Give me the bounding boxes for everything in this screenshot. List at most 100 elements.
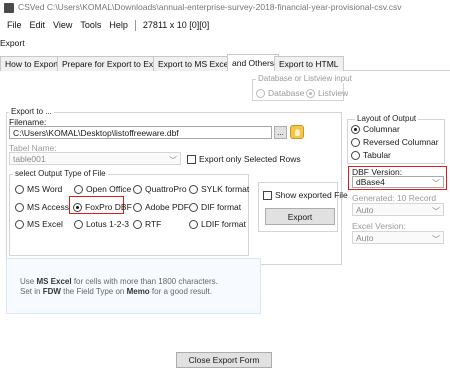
menu-view[interactable]: View [49,20,76,30]
columnar-label: Columnar [363,124,400,134]
ms-access-radio-circle[interactable] [15,202,24,212]
info-text: for a good result. [149,287,212,296]
dbf-version-value: dBase4 [356,177,385,187]
quattropro-radio[interactable]: QuattroPro [133,184,187,194]
ms-access-radio[interactable]: MS Access [15,202,69,212]
lightbulb-icon[interactable] [290,125,304,139]
chevron-down-icon: ﹀ [432,179,440,188]
chevron-down-icon: ﹀ [432,207,440,216]
listview-radio[interactable]: Listview [306,88,348,98]
info-text: Use [20,277,37,286]
adobe-pdf-radio[interactable]: Adobe PDF [133,202,189,212]
reversed-columnar-radio-circle[interactable] [351,137,360,147]
menu-file[interactable]: File [3,20,26,30]
section-label: Export [0,38,25,48]
foxpro-dbf-radio[interactable]: FoxPro DBF [73,202,132,212]
title-bar: CSVed C:\Users\KOMAL\Downloads\annual-en… [0,0,450,16]
quattropro-radio-circle[interactable] [133,184,142,194]
rtf-radio-circle[interactable] [133,219,142,229]
ldif-radio[interactable]: LDIF format [189,219,246,229]
chevron-down-icon: ﹀ [169,156,177,165]
foxpro-dbf-label: FoxPro DBF [85,202,132,212]
lotus-radio[interactable]: Lotus 1-2-3 [74,219,129,229]
tab-export-html[interactable]: Export to HTML [274,56,344,71]
info-emphasis: MS Excel [36,277,72,286]
sylk-radio[interactable]: SYLK format [189,184,249,194]
menu-bar: File Edit View Tools Help 27811 x 10 [0]… [0,16,450,34]
only-selected-box[interactable] [187,154,196,164]
database-radio-label: Database [268,88,305,98]
chevron-down-icon: ﹀ [432,235,440,244]
grid-status: 27811 x 10 [0][0] [142,20,210,30]
database-radio-circle[interactable] [256,88,265,98]
ms-excel-radio[interactable]: MS Excel [15,219,63,229]
close-export-button[interactable]: Close Export Form [176,352,272,368]
output-type-title: select Output Type of File [13,169,108,178]
dif-label: DIF format [201,202,242,212]
sylk-label: SYLK format [201,184,250,194]
ms-word-label: MS Word [27,184,63,194]
columnar-radio-circle[interactable] [351,124,360,134]
tab-how-to-export[interactable]: How to Export [0,56,64,71]
ldif-label: LDIF format [201,219,246,229]
info-emphasis: Memo [126,287,150,296]
columnar-radio[interactable]: Columnar [351,124,400,134]
excel-version-dropdown[interactable]: Auto ﹀ [352,231,444,244]
show-exported-box[interactable] [263,190,272,200]
browse-button[interactable]: ... [274,126,287,139]
db-input-title: Database or Listview input [256,74,354,83]
info-text: the Field Type on [60,287,127,296]
sylk-radio-circle[interactable] [189,184,198,194]
ms-access-label: MS Access [27,202,70,212]
database-radio[interactable]: Database [256,88,304,98]
info-line-1: Use MS Excel for cells with more than 18… [20,277,218,287]
generated-value: Auto [356,205,374,215]
menu-tools[interactable]: Tools [76,20,105,30]
info-emphasis: FDW [42,287,61,296]
window-title: CSVed C:\Users\KOMAL\Downloads\annual-en… [18,2,402,12]
excel-version-value: Auto [356,233,374,243]
foxpro-dbf-radio-circle[interactable] [73,202,82,212]
generated-dropdown[interactable]: Auto ﹀ [352,203,444,216]
adobe-pdf-label: Adobe PDF [145,202,189,212]
ldif-radio-circle[interactable] [189,219,198,229]
app-icon [4,3,14,13]
menu-separator [134,19,136,31]
ms-excel-radio-circle[interactable] [15,219,24,229]
listview-radio-label: Listview [318,88,349,98]
ms-word-radio[interactable]: MS Word [15,184,62,194]
show-exported-checkbox[interactable]: Show exported File [263,190,348,200]
dbf-version-dropdown[interactable]: dBase4 ﹀ [352,176,444,188]
export-to-title: Export to ... [9,107,54,116]
excel-version-label: Excel Version: [352,221,406,231]
info-line-2: Set in FDW the Field Type on Memo for a … [20,287,212,297]
listview-radio-circle[interactable] [306,88,315,98]
dif-radio-circle[interactable] [189,202,198,212]
open-office-radio[interactable]: Open Office [74,184,131,194]
ms-excel-label: MS Excel [27,219,63,229]
adobe-pdf-radio-circle[interactable] [133,202,142,212]
export-button[interactable]: Export [265,208,335,225]
dif-radio[interactable]: DIF format [189,202,241,212]
reversed-columnar-radio[interactable]: Reversed Columnar [351,137,439,147]
lotus-label: Lotus 1-2-3 [86,219,129,229]
only-selected-label: Export only Selected Rows [199,154,301,164]
filename-input[interactable]: C:\Users\KOMAL\Desktop\listoffreeware.db… [9,126,272,139]
tabel-name-value: table001 [13,154,46,164]
tabular-radio[interactable]: Tabular [351,150,391,160]
menu-edit[interactable]: Edit [26,20,50,30]
tabel-name-dropdown[interactable]: table001 ﹀ [9,152,181,165]
reversed-columnar-label: Reversed Columnar [363,137,439,147]
tab-and-others[interactable]: and Others [227,54,280,71]
rtf-radio[interactable]: RTF [133,219,161,229]
open-office-radio-circle[interactable] [74,184,83,194]
info-text: Set in [20,287,43,296]
menu-help[interactable]: Help [105,20,132,30]
only-selected-checkbox[interactable]: Export only Selected Rows [187,154,301,164]
lightbulb-glyph [294,128,300,136]
layout-title: Layout of Output [355,114,419,123]
tab-export-ms-excel[interactable]: Export to MS Excel [153,56,236,71]
lotus-radio-circle[interactable] [74,219,83,229]
tabular-radio-circle[interactable] [351,150,360,160]
ms-word-radio-circle[interactable] [15,184,24,194]
